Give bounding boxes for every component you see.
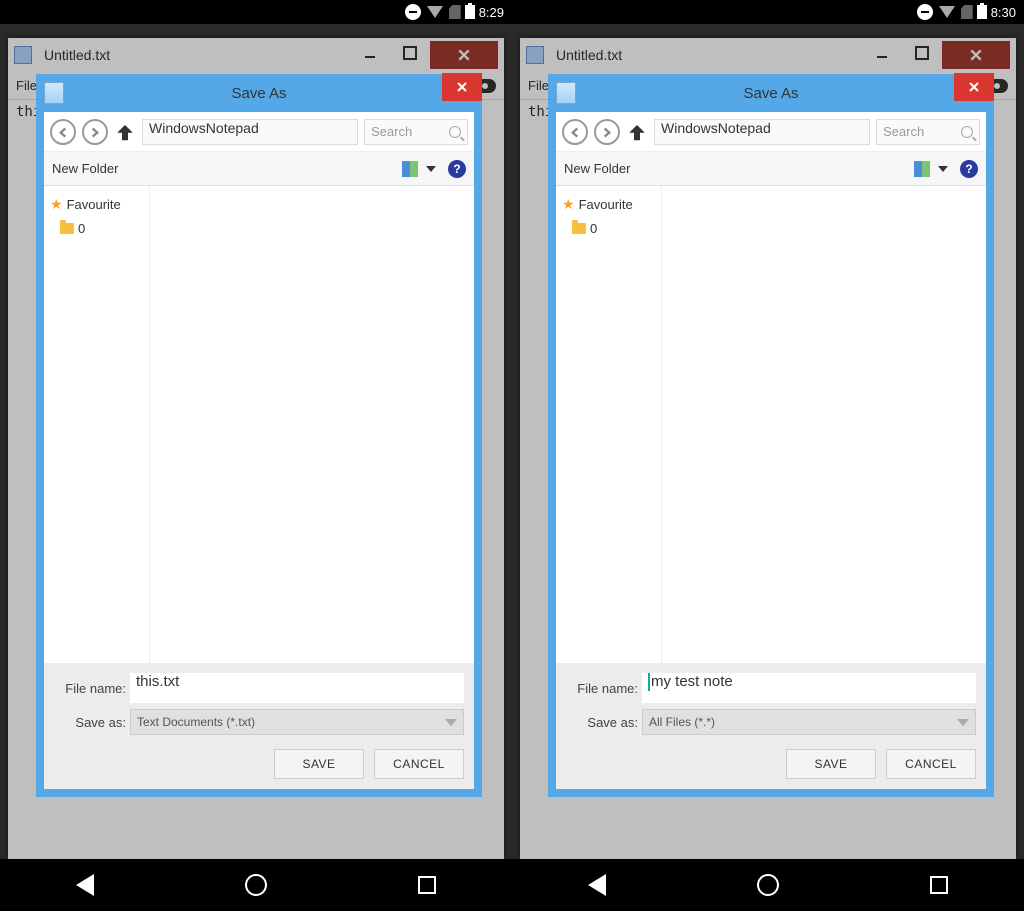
help-icon[interactable]: ? (448, 160, 466, 178)
favourites-node[interactable]: ★Favourite (48, 192, 145, 217)
nav-forward-button[interactable] (594, 119, 620, 145)
saveas-select[interactable]: Text Documents (*.txt) (130, 709, 464, 735)
toolbar-row: New Folder ? (556, 152, 986, 186)
folder-node[interactable]: 0 (48, 217, 145, 240)
star-icon: ★ (50, 196, 63, 213)
filename-input[interactable]: my test note (642, 673, 976, 703)
dialog-close-button[interactable] (442, 73, 482, 101)
chevron-down-icon (445, 719, 457, 726)
battery-icon (465, 5, 475, 19)
nav-up-button[interactable] (114, 121, 136, 143)
nav-recent-button[interactable] (930, 876, 948, 894)
nav-back-button[interactable] (76, 874, 94, 896)
path-input[interactable]: WindowsNotepad (654, 119, 870, 145)
star-icon: ★ (562, 196, 575, 213)
folder-node[interactable]: 0 (560, 217, 657, 240)
clock: 8:30 (991, 5, 1016, 20)
save-panel: File name: my test note Save as: All Fil… (556, 663, 986, 789)
folder-icon (572, 223, 586, 234)
view-icon[interactable] (402, 161, 418, 177)
new-folder-button[interactable]: New Folder (564, 161, 630, 176)
nav-back-button[interactable] (588, 874, 606, 896)
no-sim-icon (961, 5, 973, 19)
save-button[interactable]: SAVE (786, 749, 876, 779)
nav-up-button[interactable] (626, 121, 648, 143)
path-input[interactable]: WindowsNotepad (142, 119, 358, 145)
nav-home-button[interactable] (757, 874, 779, 896)
battery-icon (977, 5, 987, 19)
save-panel: File name: this.txt Save as: Text Docume… (44, 663, 474, 789)
dnd-icon (405, 4, 421, 20)
favourites-node[interactable]: ★Favourite (560, 192, 657, 217)
search-input[interactable]: Search (876, 119, 980, 145)
status-bar: 8:30 (512, 0, 1024, 24)
filename-label: File name: (566, 681, 638, 696)
save-button[interactable]: SAVE (274, 749, 364, 779)
dialog-close-button[interactable] (954, 73, 994, 101)
nav-forward-button[interactable] (82, 119, 108, 145)
cancel-button[interactable]: CANCEL (886, 749, 976, 779)
view-dropdown[interactable] (426, 166, 436, 172)
wifi-icon (427, 6, 443, 18)
toolbar-row: New Folder ? (44, 152, 474, 186)
search-icon (449, 126, 461, 138)
clock: 8:29 (479, 5, 504, 20)
nav-row: WindowsNotepad Search (44, 112, 474, 152)
dnd-icon (917, 4, 933, 20)
cancel-button[interactable]: CANCEL (374, 749, 464, 779)
nav-recent-button[interactable] (418, 876, 436, 894)
folder-icon (60, 223, 74, 234)
file-list-pane[interactable] (150, 186, 474, 663)
search-icon (961, 126, 973, 138)
nav-back-button[interactable] (50, 119, 76, 145)
folder-tree: ★Favourite 0 (44, 186, 150, 663)
file-list-pane[interactable] (662, 186, 986, 663)
search-input[interactable]: Search (364, 119, 468, 145)
save-as-dialog: Save As WindowsNotepad Search New Folder… (36, 74, 482, 797)
nav-home-button[interactable] (245, 874, 267, 896)
phone-screen-0: 8:29 Untitled.txt FileEditFormatHelp thi (0, 0, 512, 859)
help-icon[interactable]: ? (960, 160, 978, 178)
no-sim-icon (449, 5, 461, 19)
filename-input[interactable]: this.txt (130, 673, 464, 703)
save-as-dialog: Save As WindowsNotepad Search New Folder… (548, 74, 994, 797)
new-folder-button[interactable]: New Folder (52, 161, 118, 176)
status-bar: 8:29 (0, 0, 512, 24)
chevron-down-icon (957, 719, 969, 726)
saveas-select[interactable]: All Files (*.*) (642, 709, 976, 735)
dialog-title: Save As (44, 85, 474, 102)
filename-label: File name: (54, 681, 126, 696)
saveas-label: Save as: (566, 715, 638, 730)
saveas-label: Save as: (54, 715, 126, 730)
nav-row: WindowsNotepad Search (556, 112, 986, 152)
phone-screen-1: 8:30 Untitled.txt FileEditFormatHelp thi (512, 0, 1024, 859)
android-nav-bar (0, 859, 1024, 911)
folder-tree: ★Favourite 0 (556, 186, 662, 663)
dialog-title: Save As (556, 85, 986, 102)
view-dropdown[interactable] (938, 166, 948, 172)
view-icon[interactable] (914, 161, 930, 177)
nav-back-button[interactable] (562, 119, 588, 145)
wifi-icon (939, 6, 955, 18)
